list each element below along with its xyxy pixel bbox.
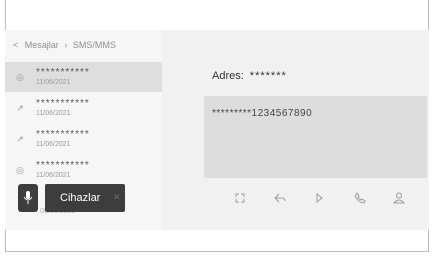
- play-button[interactable]: [309, 188, 329, 208]
- devices-button[interactable]: Cihazlar ✕: [45, 184, 125, 212]
- expand-icon: [235, 193, 245, 203]
- message-date: 11/06/2021: [36, 141, 71, 148]
- play-icon: [316, 192, 323, 204]
- message-list-panel: < Mesajlar › SMS/MMS ◎ *********** 11/06…: [5, 30, 162, 230]
- breadcrumb-separator: ›: [64, 40, 68, 50]
- reply-icon: [274, 193, 286, 203]
- devices-button-label: Cihazlar: [60, 192, 101, 204]
- messages-screen: < Mesajlar › SMS/MMS ◎ *********** 11/06…: [5, 30, 429, 230]
- message-detail-panel: Adres: ******* *********1234567890: [162, 30, 429, 230]
- breadcrumb-root[interactable]: Mesajlar: [25, 40, 59, 50]
- breadcrumb-current: SMS/MMS: [72, 40, 116, 50]
- back-icon[interactable]: <: [13, 40, 18, 50]
- sender-name: ***********: [36, 160, 90, 171]
- sender-name: ***********: [36, 67, 90, 78]
- sent-arrow-icon: ↗: [16, 103, 24, 113]
- contact-icon: [392, 192, 406, 204]
- sender-name: ***********: [36, 98, 90, 109]
- contact-button[interactable]: [389, 188, 409, 208]
- call-button[interactable]: [350, 188, 370, 208]
- close-icon[interactable]: ✕: [113, 192, 121, 203]
- expand-button[interactable]: [230, 188, 250, 208]
- address-label: Adres:: [212, 70, 244, 82]
- microphone-icon: [23, 191, 33, 204]
- reply-button[interactable]: [270, 188, 290, 208]
- address-value: *******: [249, 70, 287, 82]
- sent-arrow-icon: ↗: [16, 134, 24, 144]
- breadcrumb: < Mesajlar › SMS/MMS: [13, 40, 116, 50]
- message-date: 11/06/2021: [36, 79, 71, 86]
- voice-button[interactable]: [18, 184, 38, 212]
- address-line: Adres: *******: [212, 70, 287, 82]
- sender-name: ***********: [36, 129, 90, 140]
- message-row[interactable]: ↗ *********** 11/06/2021: [5, 124, 162, 154]
- message-row[interactable]: ↗ *********** 11/06/2021: [5, 93, 162, 123]
- message-body: *********1234567890: [204, 96, 427, 178]
- message-date: 11/06/2021: [36, 110, 71, 117]
- phone-icon: [354, 192, 366, 204]
- message-row[interactable]: ◎ *********** 11/06/2021: [5, 62, 162, 92]
- message-date: 11/06/2021: [36, 172, 71, 179]
- received-message-icon: ◎: [16, 72, 24, 82]
- received-message-icon: ◎: [16, 165, 24, 175]
- message-text: *********1234567890: [212, 108, 313, 119]
- message-row[interactable]: ◎ *********** 11/06/2021: [5, 155, 162, 185]
